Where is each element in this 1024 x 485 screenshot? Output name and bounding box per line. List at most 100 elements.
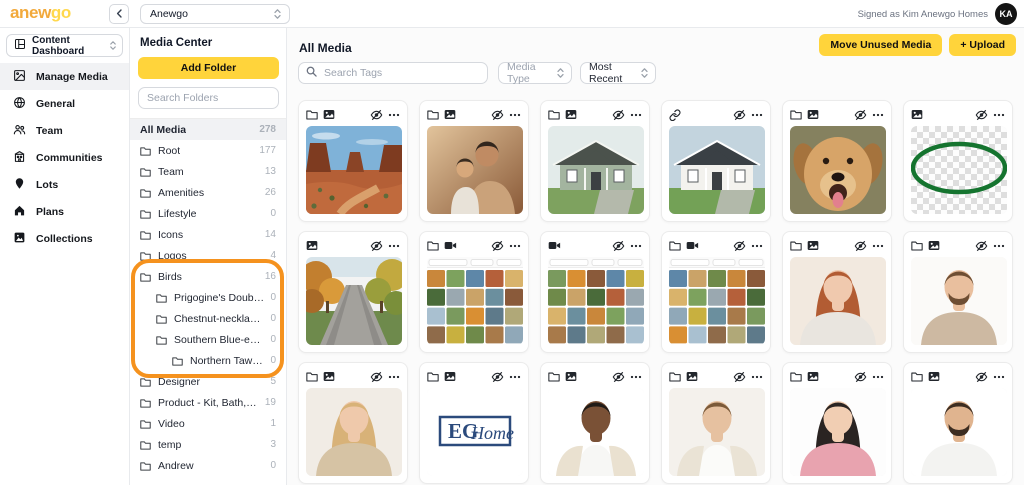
- add-folder-button[interactable]: Add Folder: [138, 57, 279, 79]
- image-icon: [306, 240, 318, 251]
- sidebar-item-plans[interactable]: Plans: [0, 198, 129, 225]
- folder-row[interactable]: Video1: [130, 413, 286, 434]
- visibility-off-icon[interactable]: [491, 371, 504, 383]
- media-thumbnail-white-farmhouse-rendering[interactable]: [669, 126, 765, 214]
- more-menu-icon[interactable]: [872, 244, 884, 248]
- media-thumbnail-man-cream-jacket[interactable]: [669, 388, 765, 476]
- media-thumbnail-media-library-collage[interactable]: [669, 257, 765, 345]
- more-menu-icon[interactable]: [630, 244, 642, 248]
- link-icon: [669, 109, 681, 121]
- folder-row[interactable]: Chestnut-necklaced Hill Partridge0: [130, 308, 286, 329]
- more-menu-icon[interactable]: [630, 375, 642, 379]
- video-icon: [686, 240, 699, 251]
- sidebar-item-manage-media[interactable]: Manage Media: [0, 63, 129, 90]
- media-thumbnail-blonde-woman-beige[interactable]: [306, 388, 402, 476]
- visibility-off-icon[interactable]: [733, 240, 746, 252]
- visibility-off-icon[interactable]: [854, 371, 867, 383]
- more-menu-icon[interactable]: [509, 113, 521, 117]
- media-thumbnail-eghome-logo[interactable]: EGHome: [427, 388, 523, 476]
- folder-row[interactable]: Prigogine's Double-collared Sun...0: [130, 287, 286, 308]
- more-menu-icon[interactable]: [388, 244, 400, 248]
- more-menu-icon[interactable]: [993, 113, 1005, 117]
- visibility-off-icon[interactable]: [612, 371, 625, 383]
- more-menu-icon[interactable]: [872, 375, 884, 379]
- media-thumbnail-woman-auburn-hair[interactable]: [790, 257, 886, 345]
- user-avatar[interactable]: KA: [995, 3, 1017, 25]
- media-thumbnail-man-white-tee-beard[interactable]: [911, 388, 1007, 476]
- visibility-off-icon[interactable]: [854, 109, 867, 121]
- more-menu-icon[interactable]: [993, 244, 1005, 248]
- folder-row[interactable]: Designer5: [130, 371, 286, 392]
- dashboard-select[interactable]: Content Dashboard: [6, 34, 123, 57]
- more-menu-icon[interactable]: [388, 375, 400, 379]
- sidebar-item-lots[interactable]: Lots: [0, 171, 129, 198]
- folder-row[interactable]: Southern Blue-eared Glossy-Sta...0: [130, 329, 286, 350]
- image-icon: [928, 240, 940, 251]
- upload-button[interactable]: + Upload: [949, 34, 1016, 56]
- folder-count: 5: [264, 376, 276, 387]
- sidebar-item-collections[interactable]: Collections: [0, 225, 129, 252]
- media-type-select[interactable]: Media Type: [498, 62, 572, 84]
- more-menu-icon[interactable]: [509, 375, 521, 379]
- visibility-off-icon[interactable]: [733, 109, 746, 121]
- folder-row[interactable]: Root177: [130, 140, 286, 161]
- media-thumbnail-autumn-tree-lined-road[interactable]: [306, 257, 402, 345]
- visibility-off-icon[interactable]: [491, 240, 504, 252]
- media-thumbnail-media-library-collage[interactable]: [427, 257, 523, 345]
- folder-row[interactable]: Team13: [130, 161, 286, 182]
- visibility-off-icon[interactable]: [612, 109, 625, 121]
- media-thumbnail-father-and-child[interactable]: [427, 126, 523, 214]
- sort-select[interactable]: Most Recent: [580, 62, 656, 84]
- more-menu-icon[interactable]: [751, 375, 763, 379]
- tag-search-input[interactable]: [322, 66, 480, 80]
- visibility-off-icon[interactable]: [854, 240, 867, 252]
- media-thumbnail-man-plaid-jacket[interactable]: [548, 388, 644, 476]
- media-card: [782, 100, 892, 222]
- visibility-off-icon[interactable]: [612, 240, 625, 252]
- builder-select[interactable]: Anewgo: [140, 4, 290, 24]
- visibility-off-icon[interactable]: [975, 240, 988, 252]
- folder-row[interactable]: temp3: [130, 434, 286, 455]
- visibility-off-icon[interactable]: [370, 240, 383, 252]
- folder-row[interactable]: Andrew0: [130, 455, 286, 476]
- media-thumbnail-desert-monument-valley[interactable]: [306, 126, 402, 214]
- visibility-off-icon[interactable]: [975, 109, 988, 121]
- more-menu-icon[interactable]: [872, 113, 884, 117]
- media-thumbnail-media-library-collage[interactable]: [548, 257, 644, 345]
- media-card: [419, 231, 529, 353]
- folder-row[interactable]: Logos4: [130, 245, 286, 266]
- more-menu-icon[interactable]: [630, 113, 642, 117]
- media-thumbnail-transparent-green-ellipse[interactable]: [911, 126, 1007, 214]
- more-menu-icon[interactable]: [388, 113, 400, 117]
- visibility-off-icon[interactable]: [370, 109, 383, 121]
- folder-row[interactable]: Amenities26: [130, 182, 286, 203]
- visibility-off-icon[interactable]: [733, 371, 746, 383]
- media-thumbnail-green-cottage-rendering[interactable]: [548, 126, 644, 214]
- more-menu-icon[interactable]: [993, 375, 1005, 379]
- media-thumbnail-woman-pink-shirt[interactable]: [790, 388, 886, 476]
- folder-row[interactable]: Northern Tawny-bellied Scree...0: [130, 350, 286, 371]
- more-menu-icon[interactable]: [751, 244, 763, 248]
- folder-label: Root: [158, 145, 180, 157]
- media-thumbnail-man-with-beard[interactable]: [911, 257, 1007, 345]
- folder-search-input[interactable]: [138, 87, 279, 109]
- card-toolbar: [911, 239, 1005, 252]
- move-unused-media-button[interactable]: Move Unused Media: [819, 34, 942, 56]
- more-menu-icon[interactable]: [509, 244, 521, 248]
- visibility-off-icon[interactable]: [491, 109, 504, 121]
- media-thumbnail-happy-dog-closeup[interactable]: [790, 126, 886, 214]
- folder-row[interactable]: All Media278: [130, 119, 286, 140]
- visibility-off-icon[interactable]: [370, 371, 383, 383]
- back-button[interactable]: [109, 4, 129, 24]
- visibility-off-icon[interactable]: [975, 371, 988, 383]
- folder-row[interactable]: Product - Kit, Bath, etc19: [130, 392, 286, 413]
- sidebar-item-general[interactable]: General: [0, 90, 129, 117]
- sidebar-item-team[interactable]: Team: [0, 117, 129, 144]
- sidebar-item-communities[interactable]: Communities: [0, 144, 129, 171]
- more-menu-icon[interactable]: [751, 113, 763, 117]
- folder-row[interactable]: Birds16: [130, 266, 286, 287]
- media-card: [419, 100, 529, 222]
- folder-row[interactable]: Lifestyle0: [130, 203, 286, 224]
- folder-row[interactable]: Icons14: [130, 224, 286, 245]
- media-grid: EGHome: [298, 100, 1013, 484]
